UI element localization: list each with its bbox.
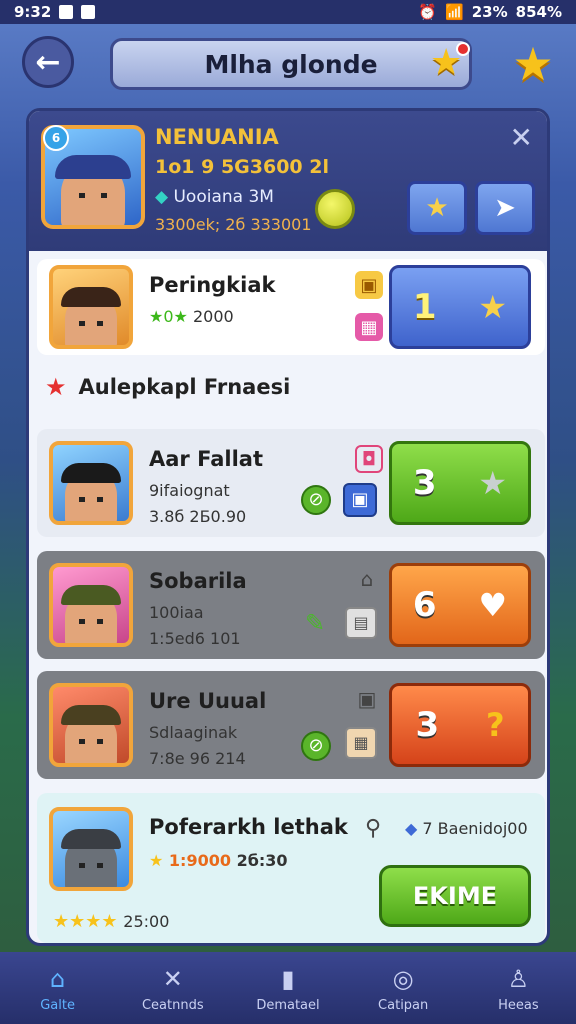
status-bar: 9:32 ⏰ 📶 23% 854% <box>0 0 576 24</box>
crate-icon[interactable]: ▦ <box>345 727 377 759</box>
leaderboard-panel: 6 NENUANIA 1o1 9 5G3600 2l ◆ Uooiana 3M … <box>26 108 550 946</box>
player-title: 9ifaiognat <box>149 481 230 500</box>
player-name: Ure Uuual <box>149 689 267 713</box>
player-title: 100iaa <box>149 603 204 622</box>
tab-campaign[interactable]: ◎ Catipan <box>353 964 453 1013</box>
profile-name: NENUANIA <box>155 125 279 149</box>
profile-guild: ◆ Uooiana 3M <box>155 187 274 207</box>
reward-info: ◆ 7 Baenidoj00 <box>405 819 528 838</box>
cube-icon[interactable]: ▣ <box>343 483 377 517</box>
favorite-button[interactable]: ★ <box>407 181 467 235</box>
tab-home[interactable]: ⌂ Galte <box>8 964 108 1013</box>
notification-dot <box>456 42 470 56</box>
rank-button[interactable]: 6 ♥ <box>389 563 531 647</box>
list-item[interactable]: Peringkiak ★0★ 2000 ▣ ▦ 1 ★ <box>37 259 545 355</box>
list-item[interactable]: Aar Fallat 9ifaiognat 3.8б 2Б0.90 ◘ ⊘ ▣ … <box>37 429 545 537</box>
player-score: 1:5ed6 101 <box>149 629 241 648</box>
status-time: 9:32 <box>14 3 52 21</box>
tab-profile[interactable]: ♙ Heeas <box>468 964 568 1013</box>
back-button[interactable]: ← <box>22 36 74 88</box>
player-score: ★ 1:9000 2б:30 <box>149 851 288 870</box>
tab-label: Catipan <box>378 997 429 1013</box>
heart-icon: ♥ <box>478 586 508 624</box>
stars-icon: ★★★★ <box>53 911 124 932</box>
bag-icon[interactable]: ◘ <box>355 445 383 473</box>
home-icon: ⌂ <box>49 964 66 993</box>
lock-icon[interactable]: ⌂ <box>355 567 379 591</box>
diamond-icon: ◆ <box>155 187 174 207</box>
rank-button[interactable]: 3 ★ <box>389 441 531 525</box>
player-name: Poferarkh lethak <box>149 815 348 839</box>
section-title: ★ Aulepkapl Frnaesi <box>45 373 291 401</box>
bottom-tab-bar: ⌂ Galte ✕ Ceatnnds ▮ Dematael ◎ Catipan … <box>0 952 576 1024</box>
gift-icon[interactable]: ▣ <box>355 271 383 299</box>
badge-icon: ◎ <box>392 964 414 993</box>
arrow-left-icon: ← <box>35 44 61 80</box>
favorite-star-icon[interactable]: ★ <box>430 42 470 82</box>
player-score: 3.8б 2Б0.90 <box>149 507 247 526</box>
tab-label: Galte <box>40 997 75 1013</box>
coin-icon[interactable] <box>315 189 355 229</box>
avatar <box>49 441 133 525</box>
player-name: Sobarila <box>149 569 247 593</box>
wifi-icon: 📶 <box>445 3 464 21</box>
tab-cards[interactable]: ▮ Dematael <box>238 964 338 1013</box>
person-icon: ♙ <box>507 964 530 993</box>
battery-text: 23% <box>471 3 508 21</box>
star-icon: ★ <box>478 288 508 326</box>
rating-stars: ★★★★ 25:00 <box>53 911 170 932</box>
signal-text: 854% <box>515 3 562 21</box>
star-icon: ★ <box>149 851 169 870</box>
search-icon[interactable]: ⚲ <box>361 817 385 841</box>
list-item[interactable]: Poferarkh lethak ★ 1:9000 2б:30 ⚲ ◆ 7 Ba… <box>37 793 545 943</box>
rewards-star-icon[interactable]: ★ <box>508 40 558 88</box>
player-title: Sdlaaginak <box>149 723 238 742</box>
avatar <box>49 683 133 767</box>
action-button[interactable]: EKIME <box>379 865 531 927</box>
level-badge: 6 <box>43 125 69 151</box>
shield-icon[interactable]: ▣ <box>355 687 379 711</box>
card-icon: ▮ <box>281 964 295 993</box>
check-icon[interactable]: ⊘ <box>301 485 331 515</box>
player-name: Aar Fallat <box>149 447 263 471</box>
rank-button[interactable]: 1 ★ <box>389 265 531 349</box>
star-icon: ★ <box>45 373 67 401</box>
next-button[interactable]: ➤ <box>475 181 535 235</box>
tab-battles[interactable]: ✕ Ceatnnds <box>123 964 223 1013</box>
tab-label: Dematael <box>256 997 320 1013</box>
star-icon: ★ <box>478 464 508 502</box>
chest-icon[interactable]: ▦ <box>355 313 383 341</box>
profile-header: 6 NENUANIA 1o1 9 5G3600 2l ◆ Uooiana 3M … <box>29 111 547 251</box>
hook-icon: ? <box>485 706 505 744</box>
check-icon[interactable]: ⊘ <box>301 731 331 761</box>
avatar <box>49 265 133 349</box>
close-icon[interactable]: ✕ <box>510 121 533 154</box>
avatar <box>49 807 133 891</box>
sword-icon[interactable]: ✎ <box>303 611 327 635</box>
profile-stats: 1o1 9 5G3600 2l <box>155 156 329 178</box>
chevron-right-icon: ➤ <box>494 193 516 223</box>
tab-label: Ceatnnds <box>141 997 204 1013</box>
star-icon: ★ <box>425 193 449 223</box>
tab-label: Heeas <box>498 997 539 1013</box>
player-score: 7:8e 96 214 <box>149 749 246 768</box>
scroll-icon[interactable]: ▤ <box>345 607 377 639</box>
list-item[interactable]: Ure Uuual Sdlaaginak 7:8e 96 214 ▣ ⊘ ▦ 3… <box>37 671 545 779</box>
player-name: Peringkiak <box>149 273 276 297</box>
alarm-icon: ⏰ <box>418 3 438 21</box>
swords-icon: ✕ <box>162 964 183 993</box>
notification-icon <box>59 5 74 19</box>
gem-icon: ◆ <box>405 819 423 838</box>
rank-button[interactable]: 3? <box>389 683 531 767</box>
profile-score: 3300ek; 2б 333001 <box>155 215 312 234</box>
player-score: ★0★ 2000 <box>149 307 234 326</box>
list-item[interactable]: Sobarila 100iaa 1:5ed6 101 ⌂ ✎ ▤ 6 ♥ <box>37 551 545 659</box>
avatar <box>49 563 133 647</box>
stars-icon: ★0★ <box>149 307 193 326</box>
app-icon <box>81 5 96 19</box>
page-title: Mlha glonde <box>110 38 472 90</box>
